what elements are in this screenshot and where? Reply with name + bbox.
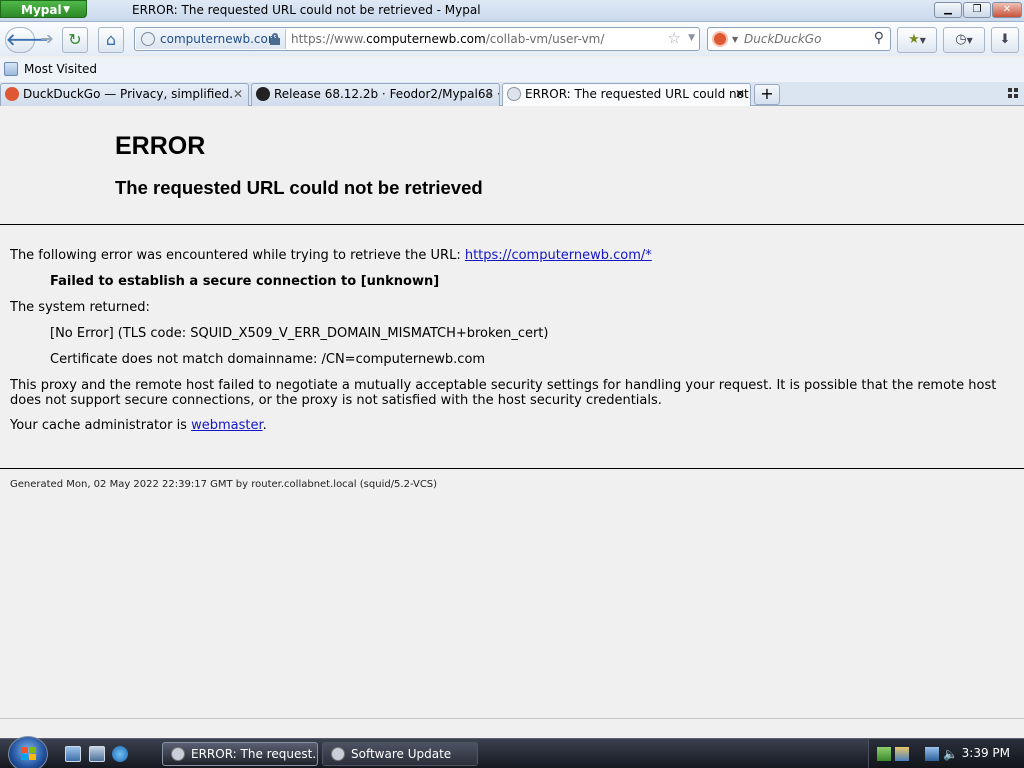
site-identity-button[interactable]: computernewb.com [136,29,286,49]
tab-github-release[interactable]: Release 68.12.2b · Feodor2/Mypal68 · ...… [251,83,500,106]
browser-icon [171,747,185,761]
duckduckgo-icon[interactable] [712,31,728,47]
tab-strip: DuckDuckGo — Privacy, simplified. ✕ Rele… [0,82,1024,107]
safely-remove-icon[interactable] [877,747,891,761]
taskbar-item-label: ERROR: The request... [191,747,318,761]
intro-text: The following error was encountered whil… [10,248,465,263]
window-title: ERROR: The requested URL could not be re… [132,3,481,17]
clock-icon: ◷ [955,32,967,47]
webmaster-link[interactable]: webmaster [191,418,263,433]
volume-muted-icon[interactable]: 🔈 [943,747,958,761]
close-tab-icon[interactable]: ✕ [484,84,494,105]
internet-explorer-icon[interactable] [112,746,128,762]
url-bar[interactable]: computernewb.com https://www.computernew… [134,27,700,51]
close-tab-icon[interactable]: ✕ [233,84,243,105]
page-title: ERROR [115,132,206,160]
download-arrow-icon: ⬇ [999,32,1011,47]
search-icon[interactable]: ⚲ [874,30,884,46]
bookmark-label: Most Visited [24,62,98,76]
page-subtitle: The requested URL could not be retrieved [115,177,483,198]
taskbar-item-browser[interactable]: ERROR: The request... [162,742,318,766]
requested-url-link[interactable]: https://computernewb.com/* [465,248,652,263]
url-domain: computernewb.com [366,32,486,46]
bookmarks-toolbar: Most Visited [0,58,1024,82]
explanation-paragraph: This proxy and the remote host failed to… [10,378,997,408]
admin-paragraph: Your cache administrator is webmaster. [10,418,267,433]
windows-logo-icon [21,747,37,761]
site-identity-label: computernewb.com [160,32,280,46]
error-message: Failed to establish a secure connection … [50,274,440,289]
bookmarks-menu-button[interactable]: ★▼ [897,27,937,53]
taskbar-item-software-update[interactable]: Software Update [322,742,478,766]
status-bar-divider [0,718,1024,719]
app-menu-label: Mypal [21,3,62,17]
github-icon [256,87,270,101]
new-tab-button[interactable]: + [754,84,780,105]
search-input[interactable]: DuckDuckGo [744,32,821,46]
url-prefix: https://www. [291,32,367,46]
url-dropdown-icon[interactable]: ▼ [688,33,695,43]
chevron-down-icon: ▼ [63,5,70,15]
error-header: ERROR The requested URL could not be ret… [0,106,1024,225]
duckduckgo-icon [5,87,19,101]
tab-label: Release 68.12.2b · Feodor2/Mypal68 · ... [274,87,500,101]
tab-label: ERROR: The requested URL could not ... [525,87,751,101]
reload-button[interactable]: ↻ [62,27,88,53]
bookmark-most-visited[interactable]: Most Visited [4,62,97,76]
close-tab-icon[interactable]: ✕ [735,84,745,105]
lock-icon [270,33,280,45]
back-button[interactable]: 🡐 [5,27,49,53]
history-button[interactable]: ◷▼ [943,27,985,53]
update-icon [331,747,345,761]
home-button[interactable]: ⌂ [98,27,124,53]
show-desktop-icon[interactable] [65,746,81,762]
tab-label: DuckDuckGo — Privacy, simplified. [23,87,234,101]
search-bar[interactable]: ▼ DuckDuckGo ⚲ [707,27,891,51]
network-icon[interactable] [925,747,939,761]
footer-text: Generated Mon, 02 May 2022 22:39:17 GMT … [10,479,438,490]
tab-error-page[interactable]: ERROR: The requested URL could not ... ✕ [502,83,751,107]
globe-icon [141,32,155,46]
divider [0,468,1024,469]
folder-icon [4,62,18,76]
certificate-mismatch-text: Certificate does not match domainname: /… [50,352,486,367]
url-path: /collab-vm/user-vm/ [485,32,605,46]
clock[interactable]: 3:39 PM [962,746,1010,760]
list-all-tabs-icon[interactable] [1008,88,1018,98]
intro-paragraph: The following error was encountered whil… [10,248,652,263]
tab-duckduckgo[interactable]: DuckDuckGo — Privacy, simplified. ✕ [0,83,249,106]
taskbar: ERROR: The request... Software Update 🔈 … [0,736,1024,768]
switch-windows-icon[interactable] [89,746,105,762]
taskbar-item-label: Software Update [351,747,452,761]
security-center-icon[interactable] [895,747,909,761]
restore-button[interactable]: ❐ [963,2,991,18]
close-window-button[interactable]: ✕ [992,2,1022,18]
admin-suffix: . [262,418,267,433]
url-text[interactable]: https://www.computernewb.com/collab-vm/u… [291,32,604,46]
forward-button[interactable]: ➔ [34,27,60,53]
bookmark-star-icon[interactable]: ☆ [668,29,681,47]
tls-code-text: [No Error] (TLS code: SQUID_X509_V_ERR_D… [50,326,549,341]
page-content: ERROR The requested URL could not be ret… [0,106,1024,738]
bookmarks-icon: ★ [908,32,920,47]
globe-icon [507,87,521,101]
system-returned-label: The system returned: [10,300,150,315]
app-menu-button[interactable]: Mypal ▼ [0,0,87,18]
admin-text: Your cache administrator is [10,418,192,433]
system-tray: 🔈 3:39 PM [868,739,1024,768]
search-engine-dropdown-icon[interactable]: ▼ [732,35,738,44]
title-bar: Mypal ▼ ERROR: The requested URL could n… [0,0,1024,22]
navigation-toolbar: 🡐 ➔ ↻ ⌂ computernewb.com https://www.com… [0,22,1024,56]
minimize-button[interactable]: ▁ [934,2,962,18]
start-button[interactable] [8,736,48,768]
downloads-button[interactable]: ⬇ [991,27,1019,53]
